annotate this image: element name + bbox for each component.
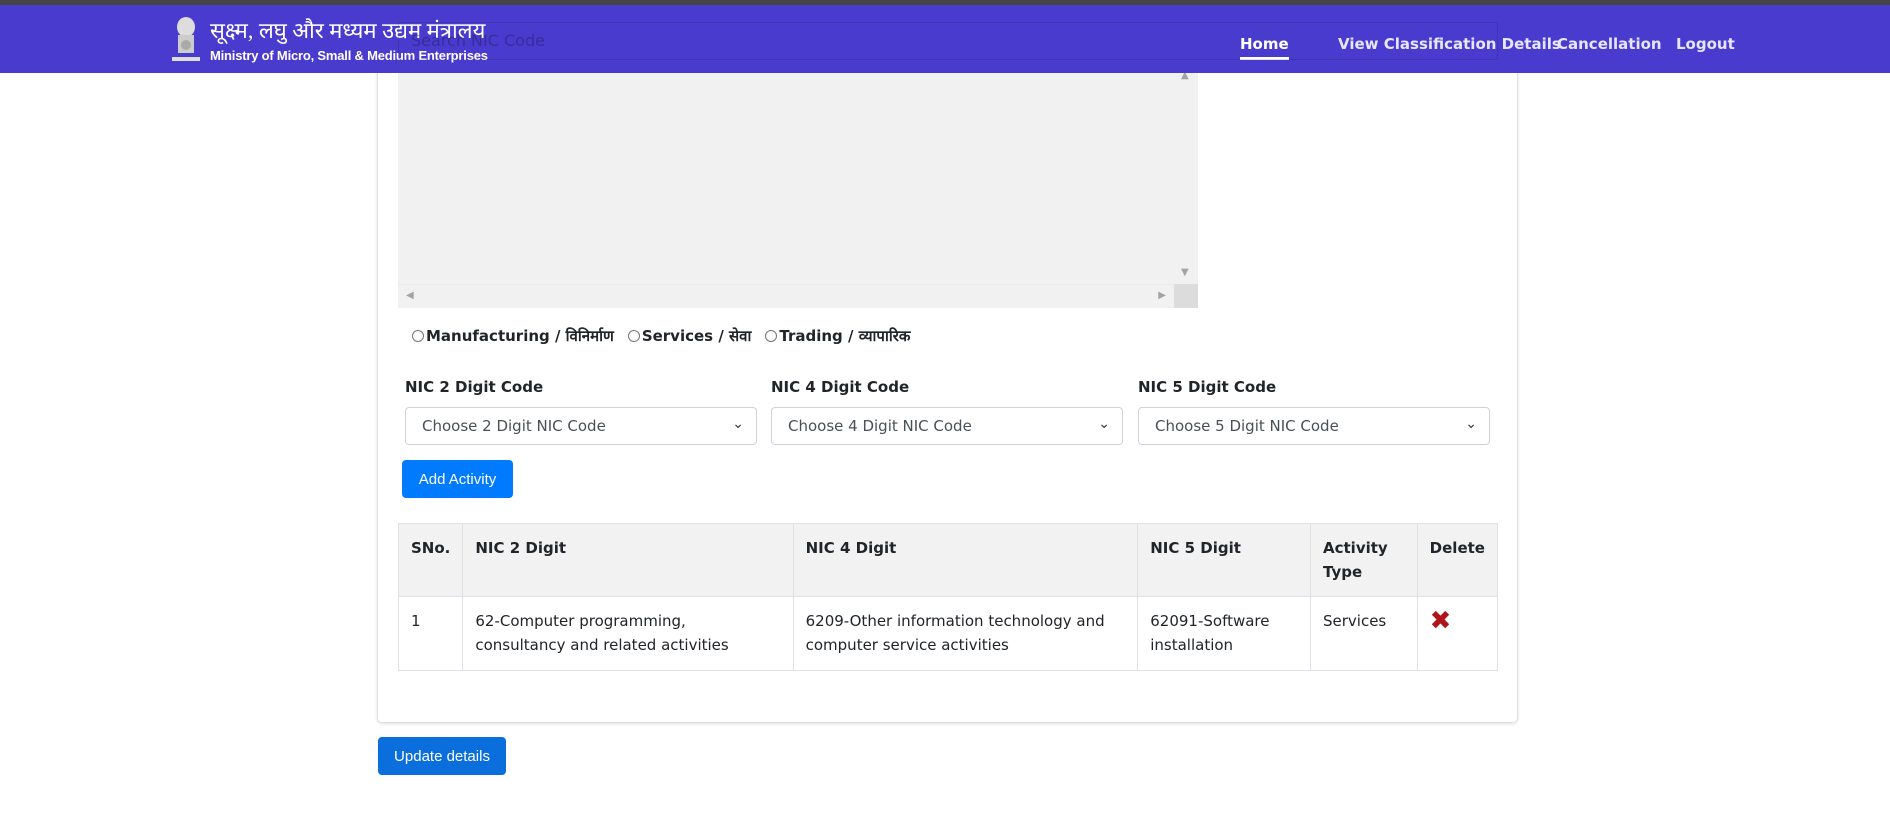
radio-label: Manufacturing / विनिर्माण: [426, 327, 614, 345]
vertical-scrollbar[interactable]: ▲ ▼: [1174, 70, 1198, 284]
col-nic2: NIC 2 Digit: [462, 523, 794, 597]
radio-services[interactable]: Services / सेवा: [627, 326, 752, 346]
radio-label: Trading / व्यापारिक: [779, 327, 911, 345]
nic4-label: NIC 4 Digit Code: [771, 378, 910, 396]
add-activity-button[interactable]: Add Activity: [402, 460, 513, 498]
scroll-down-icon[interactable]: ▼: [1181, 267, 1189, 278]
radio-input[interactable]: [765, 330, 778, 342]
chevron-down-icon: ⌄: [732, 416, 744, 432]
update-details-button[interactable]: Update details: [378, 737, 506, 775]
cell-nic2: 62-Computer programming, consultancy and…: [462, 596, 794, 671]
nic2-select[interactable]: Choose 2 Digit NIC Code ⌄: [405, 407, 757, 445]
activity-table: SNo. NIC 2 Digit NIC 4 Digit NIC 5 Digit…: [397, 523, 1499, 671]
radio-manufacturing[interactable]: Manufacturing / विनिर्माण: [412, 326, 614, 346]
chevron-down-icon: ⌄: [1465, 416, 1477, 432]
col-nic4: NIC 4 Digit: [792, 523, 1139, 597]
nic-listbox[interactable]: ▲ ▼ ◀ ▶: [398, 70, 1198, 308]
search-nic-input[interactable]: Search NIC Code: [398, 22, 1498, 60]
nic5-label: NIC 5 Digit Code: [1138, 378, 1277, 396]
nic4-select[interactable]: Choose 4 Digit NIC Code ⌄: [771, 407, 1123, 445]
table-row: 1 62-Computer programming, consultancy a…: [397, 596, 1499, 671]
col-activity-type: Activity Type: [1310, 523, 1418, 597]
nav-logout[interactable]: Logout: [1676, 35, 1735, 53]
horizontal-scrollbar[interactable]: ◀ ▶: [398, 284, 1174, 308]
cell-delete: ✖: [1416, 596, 1499, 671]
select-value: Choose 5 Digit NIC Code: [1155, 417, 1339, 435]
activity-type-radios: Manufacturing / विनिर्माण Services / सेव…: [412, 326, 910, 346]
col-delete: Delete: [1416, 523, 1499, 597]
nic5-select[interactable]: Choose 5 Digit NIC Code ⌄: [1138, 407, 1490, 445]
cell-nic5: 62091-Software installation: [1137, 596, 1311, 671]
radio-label: Services / सेवा: [641, 327, 752, 345]
scroll-right-icon[interactable]: ▶: [1158, 290, 1166, 301]
emblem-logo: [172, 17, 200, 61]
radio-trading[interactable]: Trading / व्यापारिक: [765, 326, 910, 346]
cell-sno: 1: [397, 596, 464, 671]
select-value: Choose 2 Digit NIC Code: [422, 417, 606, 435]
delete-icon[interactable]: ✖: [1430, 606, 1452, 636]
col-sno: SNo.: [397, 523, 464, 597]
table-header-row: SNo. NIC 2 Digit NIC 4 Digit NIC 5 Digit…: [397, 523, 1499, 597]
cell-nic4: 6209-Other information technology and co…: [792, 596, 1139, 671]
scroll-left-icon[interactable]: ◀: [406, 290, 414, 301]
select-value: Choose 4 Digit NIC Code: [788, 417, 972, 435]
cell-activity-type: Services: [1310, 596, 1418, 671]
scroll-corner: [1174, 284, 1198, 308]
nav-cancellation[interactable]: Cancellation: [1557, 35, 1662, 53]
nic2-label: NIC 2 Digit Code: [405, 378, 544, 396]
radio-input[interactable]: [412, 330, 424, 342]
col-nic5: NIC 5 Digit: [1137, 523, 1311, 597]
chevron-down-icon: ⌄: [1098, 416, 1110, 432]
radio-input[interactable]: [627, 330, 640, 342]
